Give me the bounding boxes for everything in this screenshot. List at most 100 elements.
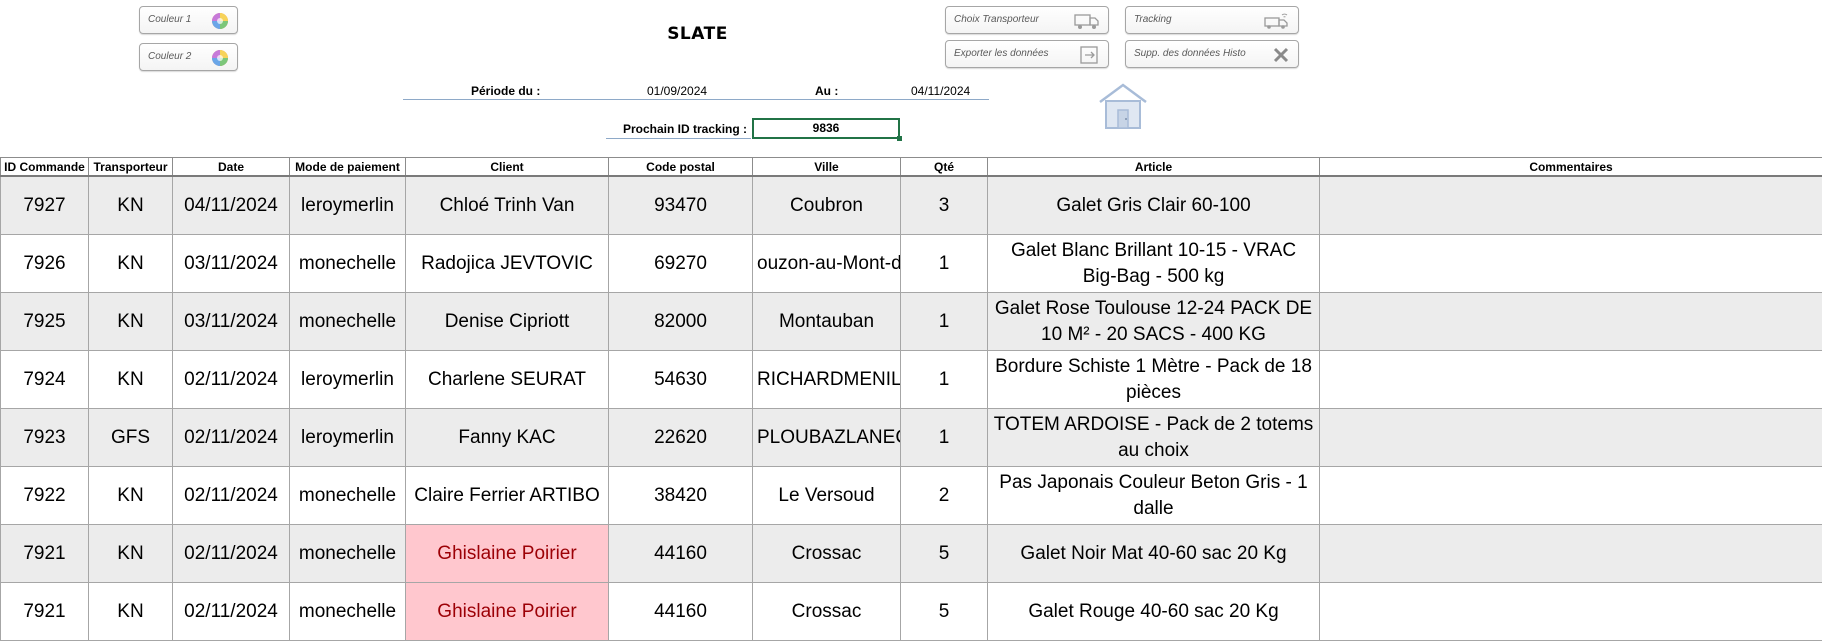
cell-transporteur[interactable]: KN (88, 175, 173, 235)
cell-paiement[interactable]: leroymerlin (289, 408, 406, 467)
cell-paiement[interactable]: monechelle (289, 582, 406, 641)
header-id-commande[interactable]: ID Commande (0, 157, 89, 177)
cell-code-postal[interactable]: 44160 (608, 582, 753, 641)
cell-client[interactable]: Claire Ferrier ARTIBO (405, 466, 609, 525)
table-row[interactable]: 7921 KN 02/11/2024 monechelle Ghislaine … (0, 524, 1822, 583)
au-value[interactable]: 04/11/2024 (911, 84, 970, 98)
cell-code-postal[interactable]: 22620 (608, 408, 753, 467)
cell-article[interactable]: TOTEM ARDOISE - Pack de 2 totems au choi… (987, 408, 1320, 467)
cell-date[interactable]: 02/11/2024 (172, 350, 290, 409)
cell-date[interactable]: 03/11/2024 (172, 292, 290, 351)
cell-article[interactable]: Pas Japonais Couleur Beton Gris - 1 dall… (987, 466, 1320, 525)
cell-commentaires[interactable] (1319, 582, 1822, 641)
cell-client[interactable]: Chloé Trinh Van (405, 175, 609, 235)
header-code-postal[interactable]: Code postal (608, 157, 753, 177)
cell-qte[interactable]: 2 (900, 466, 988, 525)
cell-qte[interactable]: 1 (900, 408, 988, 467)
cell-code-postal[interactable]: 93470 (608, 175, 753, 235)
cell-id[interactable]: 7921 (0, 524, 89, 583)
cell-article[interactable]: Galet Blanc Brillant 10-15 - VRAC Big-Ba… (987, 234, 1320, 293)
cell-date[interactable]: 02/11/2024 (172, 408, 290, 467)
tracking-button[interactable]: Tracking (1125, 6, 1299, 34)
cell-paiement[interactable]: monechelle (289, 524, 406, 583)
header-qte[interactable]: Qté (900, 157, 988, 177)
header-article[interactable]: Article (987, 157, 1320, 177)
cell-date[interactable]: 03/11/2024 (172, 234, 290, 293)
cell-article[interactable]: Galet Gris Clair 60-100 (987, 175, 1320, 235)
table-row[interactable]: 7925 KN 03/11/2024 monechelle Denise Cip… (0, 292, 1822, 351)
choix-transporteur-button[interactable]: Choix Transporteur (945, 6, 1109, 34)
cell-paiement[interactable]: monechelle (289, 466, 406, 525)
cell-client[interactable]: Fanny KAC (405, 408, 609, 467)
cell-ville[interactable]: RICHARDMENIL (752, 350, 901, 409)
cell-commentaires[interactable] (1319, 234, 1822, 293)
cell-transporteur[interactable]: KN (88, 582, 173, 641)
cell-qte[interactable]: 5 (900, 524, 988, 583)
cell-client-duplicate[interactable]: Ghislaine Poirier (405, 524, 609, 583)
cell-id[interactable]: 7927 (0, 175, 89, 235)
cell-article[interactable]: Galet Noir Mat 40-60 sac 20 Kg (987, 524, 1320, 583)
table-row[interactable]: 7924 KN 02/11/2024 leroymerlin Charlene … (0, 350, 1822, 409)
cell-code-postal[interactable]: 38420 (608, 466, 753, 525)
cell-id[interactable]: 7924 (0, 350, 89, 409)
header-transporteur[interactable]: Transporteur (88, 157, 173, 177)
table-row[interactable]: 7927 KN 04/11/2024 leroymerlin Chloé Tri… (0, 175, 1822, 235)
cell-qte[interactable]: 1 (900, 292, 988, 351)
cell-commentaires[interactable] (1319, 466, 1822, 525)
cell-date[interactable]: 02/11/2024 (172, 582, 290, 641)
cell-ville[interactable]: Montauban (752, 292, 901, 351)
cell-transporteur[interactable]: KN (88, 292, 173, 351)
header-ville[interactable]: Ville (752, 157, 901, 177)
periode-du-value[interactable]: 01/09/2024 (647, 84, 707, 98)
cell-paiement[interactable]: leroymerlin (289, 350, 406, 409)
cell-ville[interactable]: Le Versoud (752, 466, 901, 525)
cell-id[interactable]: 7921 (0, 582, 89, 641)
couleur-1-button[interactable]: Couleur 1 (139, 6, 238, 34)
prochain-id-tracking-value[interactable]: 9836 (752, 118, 902, 141)
table-row[interactable]: 7922 KN 02/11/2024 monechelle Claire Fer… (0, 466, 1822, 525)
cell-code-postal[interactable]: 54630 (608, 350, 753, 409)
cell-client[interactable]: Charlene SEURAT (405, 350, 609, 409)
cell-date[interactable]: 02/11/2024 (172, 524, 290, 583)
cell-client[interactable]: Denise Cipriott (405, 292, 609, 351)
cell-transporteur[interactable]: KN (88, 466, 173, 525)
cell-date[interactable]: 02/11/2024 (172, 466, 290, 525)
cell-commentaires[interactable] (1319, 292, 1822, 351)
cell-transporteur[interactable]: KN (88, 234, 173, 293)
cell-article[interactable]: Bordure Schiste 1 Mètre - Pack de 18 piè… (987, 350, 1320, 409)
cell-paiement[interactable]: monechelle (289, 234, 406, 293)
cell-date[interactable]: 04/11/2024 (172, 175, 290, 235)
cell-commentaires[interactable] (1319, 175, 1822, 235)
cell-ville[interactable]: Crossac (752, 524, 901, 583)
cell-client[interactable]: Radojica JEVTOVIC (405, 234, 609, 293)
exporter-donnees-button[interactable]: Exporter les données (945, 40, 1109, 68)
couleur-2-button[interactable]: Couleur 2 (139, 43, 238, 71)
header-mode-paiement[interactable]: Mode de paiement (289, 157, 406, 177)
cell-commentaires[interactable] (1319, 408, 1822, 467)
cell-code-postal[interactable]: 82000 (608, 292, 753, 351)
cell-qte[interactable]: 1 (900, 234, 988, 293)
header-date[interactable]: Date (172, 157, 290, 177)
cell-id[interactable]: 7922 (0, 466, 89, 525)
cell-transporteur[interactable]: KN (88, 524, 173, 583)
cell-paiement[interactable]: leroymerlin (289, 175, 406, 235)
cell-qte[interactable]: 5 (900, 582, 988, 641)
cell-article[interactable]: Galet Rose Toulouse 12-24 PACK DE 10 M² … (987, 292, 1320, 351)
cell-paiement[interactable]: monechelle (289, 292, 406, 351)
table-row[interactable]: 7923 GFS 02/11/2024 leroymerlin Fanny KA… (0, 408, 1822, 467)
cell-code-postal[interactable]: 44160 (608, 524, 753, 583)
header-client[interactable]: Client (405, 157, 609, 177)
cell-id[interactable]: 7925 (0, 292, 89, 351)
cell-ville[interactable]: ouzon-au-Mont-d' (752, 234, 901, 293)
table-row[interactable]: 7926 KN 03/11/2024 monechelle Radojica J… (0, 234, 1822, 293)
cell-code-postal[interactable]: 69270 (608, 234, 753, 293)
cell-id[interactable]: 7923 (0, 408, 89, 467)
cell-ville[interactable]: Crossac (752, 582, 901, 641)
cell-transporteur[interactable]: KN (88, 350, 173, 409)
cell-ville[interactable]: Coubron (752, 175, 901, 235)
cell-id[interactable]: 7926 (0, 234, 89, 293)
cell-qte[interactable]: 1 (900, 350, 988, 409)
cell-commentaires[interactable] (1319, 350, 1822, 409)
header-commentaires[interactable]: Commentaires (1319, 157, 1822, 177)
supp-donnees-histo-button[interactable]: Supp. des données Histo (1125, 40, 1299, 68)
